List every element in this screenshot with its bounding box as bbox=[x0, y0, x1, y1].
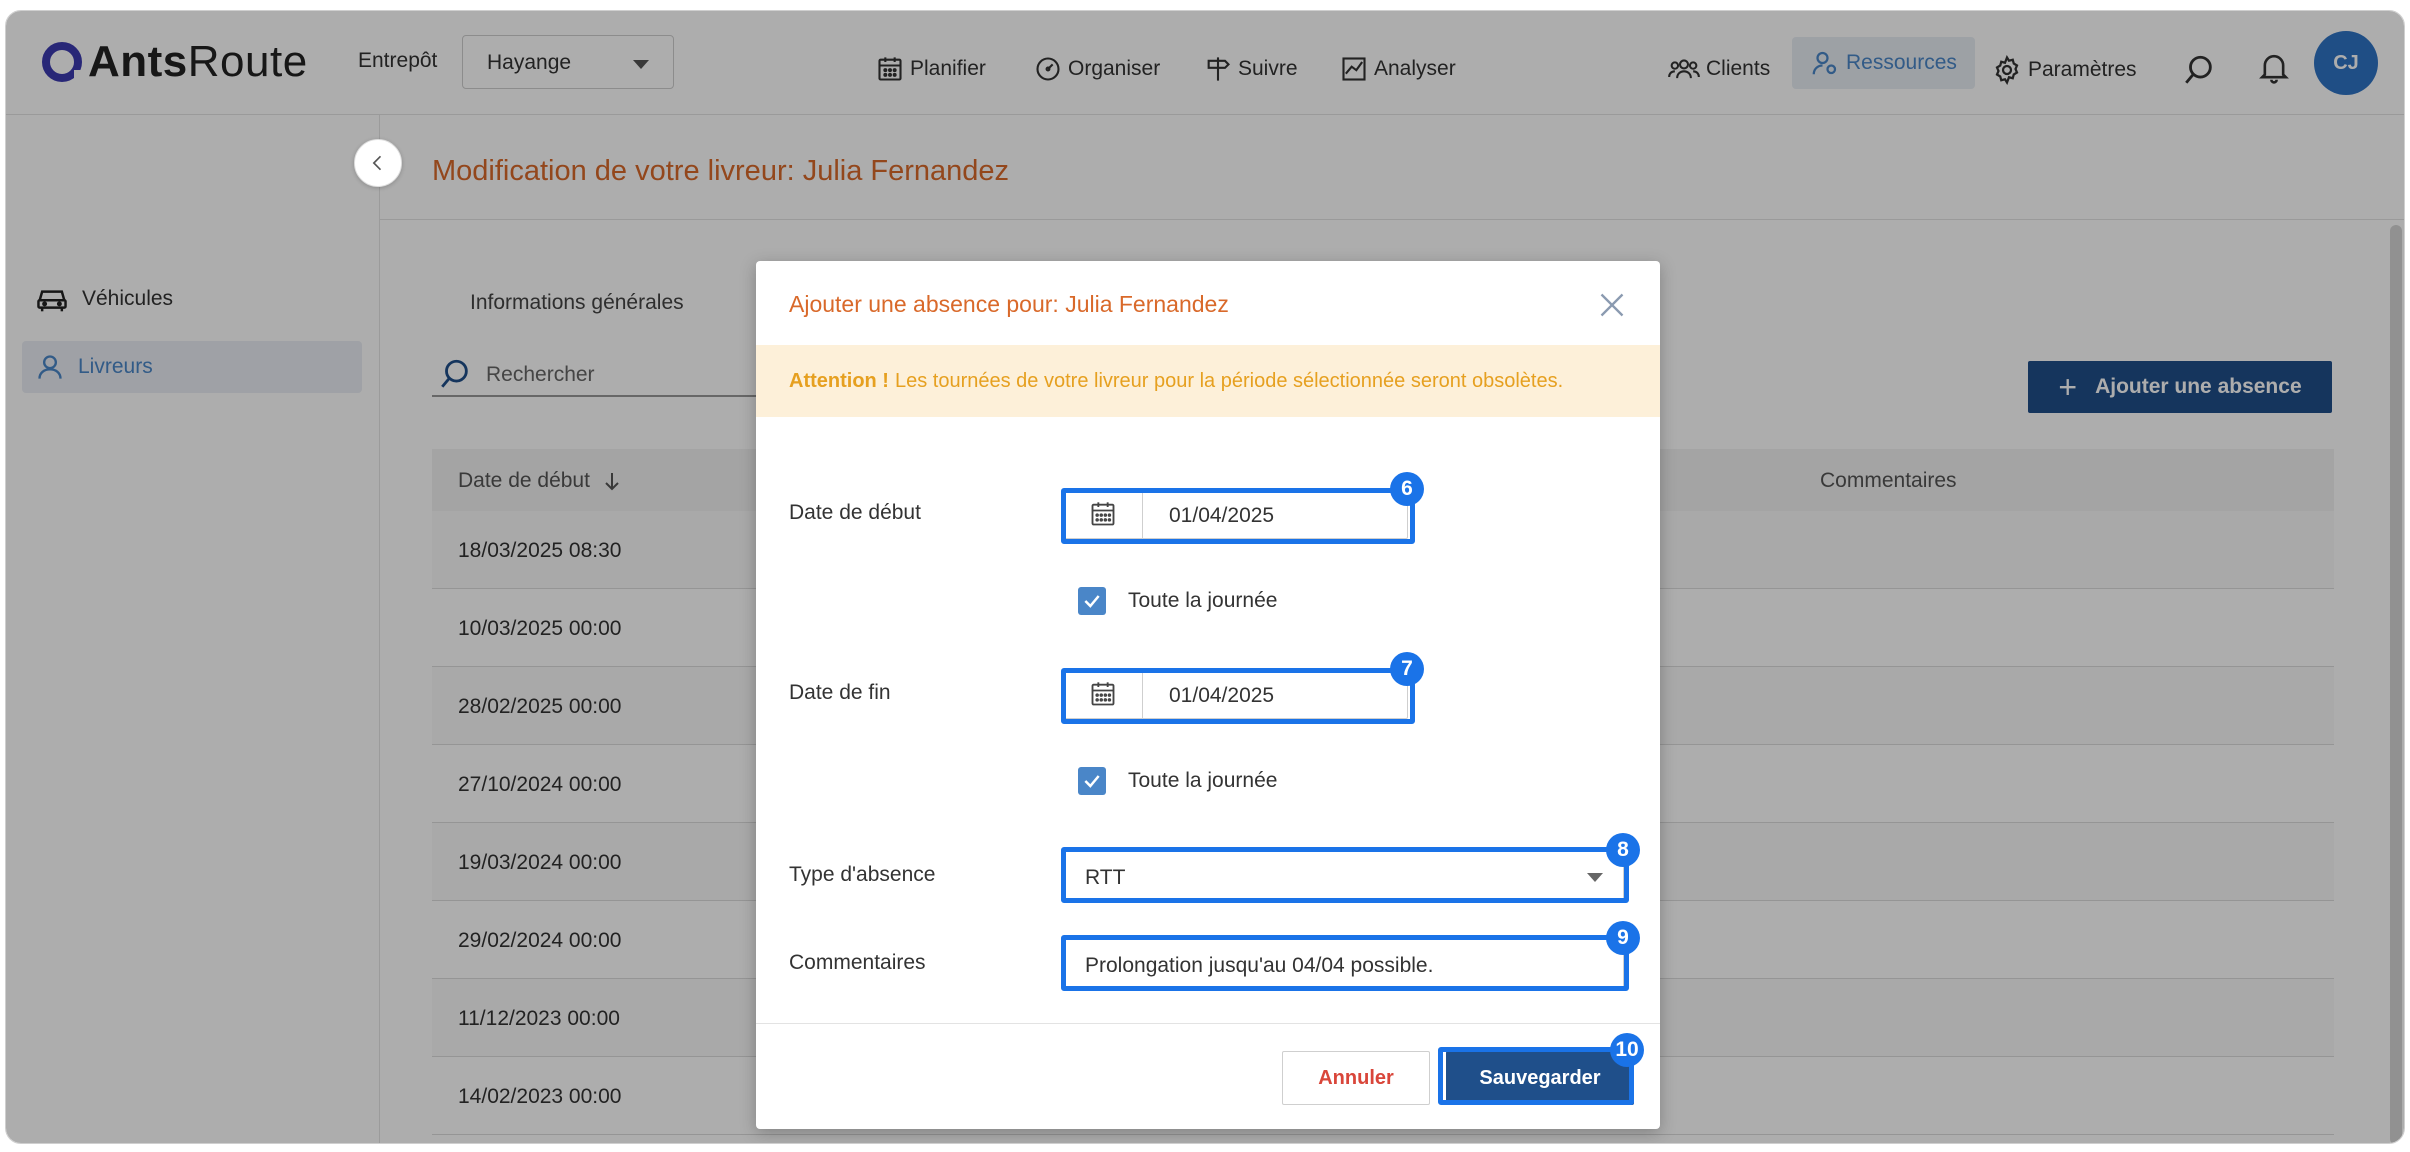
start-date-value: 01/04/2025 bbox=[1169, 504, 1275, 527]
calendar-button[interactable] bbox=[1063, 670, 1143, 718]
check-icon bbox=[1084, 775, 1100, 788]
save-button[interactable]: Sauvegarder bbox=[1446, 1051, 1634, 1105]
close-icon bbox=[1600, 293, 1624, 317]
checkbox-checked[interactable] bbox=[1078, 767, 1106, 795]
comment-value: Prolongation jusqu'au 04/04 possible. bbox=[1085, 954, 1434, 977]
calendar-icon bbox=[1091, 502, 1114, 526]
absence-type-value: RTT bbox=[1085, 866, 1126, 889]
close-button[interactable] bbox=[1598, 291, 1626, 324]
absence-type-label: Type d'absence bbox=[789, 863, 936, 886]
calendar-button[interactable] bbox=[1063, 490, 1143, 538]
warning-banner: Attention ! Les tournées de votre livreu… bbox=[756, 345, 1660, 417]
calendar-icon bbox=[1091, 682, 1114, 706]
step-badge: 8 bbox=[1606, 833, 1640, 867]
start-date-label: Date de début bbox=[789, 501, 921, 524]
absence-type-select[interactable]: RTT bbox=[1062, 851, 1624, 901]
warning-text: Les tournées de votre livreur pour la pé… bbox=[894, 369, 1564, 392]
add-absence-dialog: Ajouter une absence pour: Julia Fernande… bbox=[756, 261, 1660, 1129]
sidebar-collapse-button[interactable] bbox=[354, 139, 402, 187]
comment-input[interactable]: Prolongation jusqu'au 04/04 possible. bbox=[1062, 939, 1624, 989]
start-all-day-checkbox[interactable]: Toute la journée bbox=[1078, 587, 1277, 615]
end-date-field[interactable]: 01/04/2025 bbox=[1062, 669, 1408, 719]
end-date-value: 01/04/2025 bbox=[1169, 684, 1275, 707]
step-badge: 9 bbox=[1606, 921, 1640, 955]
check-icon bbox=[1084, 595, 1100, 608]
checkbox-label: Toute la journée bbox=[1128, 589, 1278, 612]
checkbox-checked[interactable] bbox=[1078, 587, 1106, 615]
step-badge: 6 bbox=[1390, 472, 1424, 506]
checkbox-label: Toute la journée bbox=[1128, 769, 1278, 792]
app-window: AntsRoute Entrepôt Hayange Planifier Org… bbox=[5, 10, 2405, 1144]
chevron-down-icon bbox=[1587, 873, 1603, 882]
start-date-field[interactable]: 01/04/2025 bbox=[1062, 489, 1408, 539]
step-badge: 10 bbox=[1610, 1033, 1644, 1067]
end-all-day-checkbox[interactable]: Toute la journée bbox=[1078, 767, 1277, 795]
dialog-title: Ajouter une absence pour: Julia Fernande… bbox=[789, 291, 1229, 317]
warning-strong: Attention ! bbox=[789, 369, 889, 392]
step-badge: 7 bbox=[1390, 652, 1424, 686]
divider bbox=[756, 1023, 1660, 1024]
end-date-label: Date de fin bbox=[789, 681, 891, 704]
cancel-button[interactable]: Annuler bbox=[1282, 1051, 1430, 1105]
chevron-left-icon bbox=[372, 155, 382, 171]
comment-label: Commentaires bbox=[789, 951, 926, 974]
